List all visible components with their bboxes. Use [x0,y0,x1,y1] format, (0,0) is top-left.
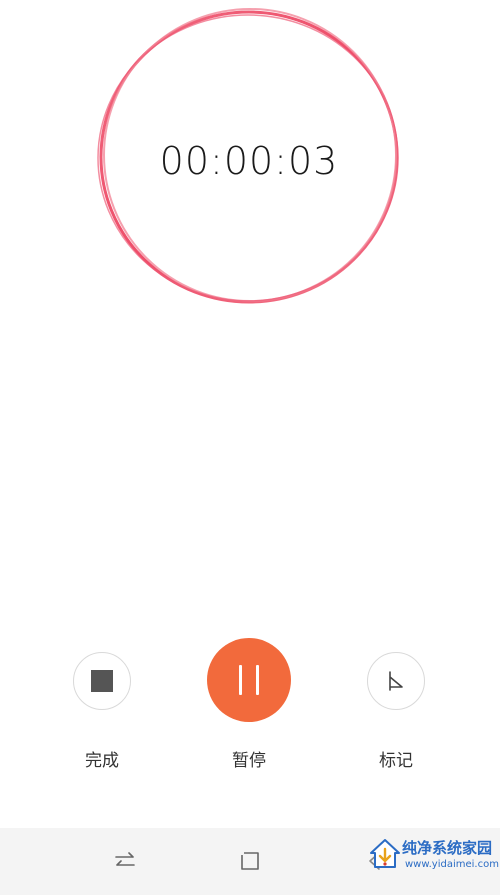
mark-button[interactable] [367,652,425,710]
pause-icon [239,665,259,695]
watermark-title: 纯净系统家园 [402,839,493,857]
recent-apps-button[interactable] [110,846,140,876]
stop-label: 完成 [85,751,119,771]
elapsed-time: 00:00:03 [159,139,339,183]
swap-icon [115,852,135,866]
timer-ring: 00:00:03 [96,6,402,308]
square-icon [241,852,259,870]
stop-icon [91,670,113,692]
flag-icon [389,671,403,691]
home-button[interactable] [235,846,265,876]
watermark-logo-icon [370,839,400,868]
pause-label: 暂停 [232,751,266,771]
site-watermark: 纯净系统家园 www.yidaimei.com [368,833,499,891]
pause-button[interactable] [207,638,291,722]
mark-label: 标记 [379,751,413,771]
stopwatch-screen: 00:00:03 完成 暂停 标记 纯净系统家园 www.yidaimei.co… [0,0,500,895]
stop-button[interactable] [73,652,131,710]
watermark-url: www.yidaimei.com [405,859,499,870]
